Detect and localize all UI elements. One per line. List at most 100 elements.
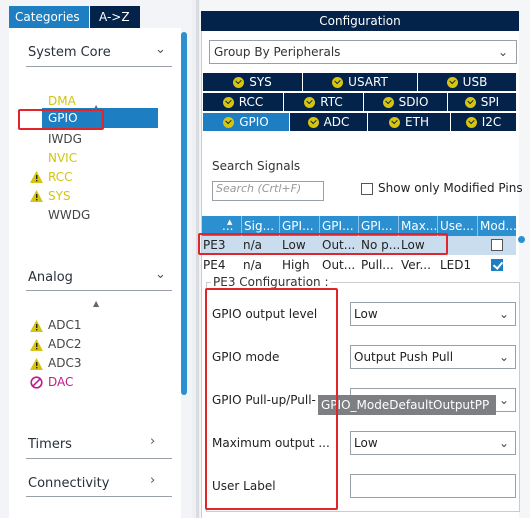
sort-icon[interactable]: ▲ — [93, 300, 99, 308]
disabled-icon — [30, 376, 43, 389]
select-value: Output Push Pull — [354, 350, 454, 364]
show-modified-checkbox[interactable] — [361, 183, 373, 195]
show-modified-label[interactable]: Show only Modified Pins — [378, 181, 523, 195]
tab-label: USB — [462, 75, 488, 89]
tab-a-to-z[interactable]: A->Z — [90, 6, 140, 28]
modified-checkbox[interactable] — [491, 239, 503, 251]
tab-label: RCC — [238, 95, 264, 109]
check-icon — [223, 116, 235, 128]
pane-divider[interactable] — [196, 0, 199, 518]
tab-sys[interactable]: SYS — [203, 73, 302, 91]
list-item-adc2[interactable]: ADC2 — [48, 337, 81, 351]
max-output-speed-select[interactable]: Low ⌄ — [350, 431, 516, 455]
check-icon — [465, 116, 477, 128]
chevron-right-icon[interactable]: › — [150, 434, 155, 449]
category-analog[interactable]: Analog — [28, 270, 73, 285]
tab-label: ADC — [323, 115, 350, 129]
list-item-adc3[interactable]: ADC3 — [48, 356, 81, 370]
warning-icon — [30, 339, 43, 351]
divider — [26, 66, 172, 67]
group-by-select[interactable]: Group By Peripherals ⌄ — [209, 40, 517, 64]
left-scrollbar[interactable] — [181, 32, 187, 395]
category-timers[interactable]: Timers — [28, 437, 72, 452]
search-input[interactable]: Search (Crtl+F) — [212, 181, 324, 201]
pin-config-title: PE3 Configuration : — [211, 275, 331, 289]
tab-gpio[interactable]: GPIO — [203, 113, 289, 131]
category-connectivity[interactable]: Connectivity — [28, 476, 109, 491]
category-list: System Core ⌄ ▲▼ DMA GPIO IWDG NVIC RCC … — [9, 28, 181, 518]
warning-icon — [30, 320, 43, 332]
gpio-mode-select[interactable]: Output Push Pull ⌄ — [350, 345, 516, 369]
chevron-down-icon: ⌄ — [498, 350, 509, 364]
check-icon — [307, 116, 319, 128]
category-system-core[interactable]: System Core — [28, 45, 111, 60]
divider — [26, 290, 172, 291]
list-item-dac[interactable]: DAC — [48, 375, 73, 389]
table-scrollbar[interactable] — [517, 236, 526, 272]
user-label-input[interactable] — [350, 474, 516, 498]
check-icon — [446, 76, 458, 88]
chevron-down-icon[interactable]: ⌄ — [155, 267, 166, 282]
highlight-box-config-labels — [205, 288, 338, 510]
list-item-wwdg[interactable]: WWDG — [48, 208, 90, 222]
output-level-select[interactable]: Low ⌄ — [350, 302, 516, 326]
group-by-label: Group By Peripherals — [214, 45, 341, 59]
search-placeholder: Search (Crtl+F) — [216, 182, 302, 195]
tab-label: SYS — [249, 75, 272, 89]
warning-icon — [30, 190, 43, 202]
modified-checkbox[interactable] — [491, 259, 503, 271]
tab-spi[interactable]: SPI — [448, 93, 516, 111]
check-icon — [332, 76, 344, 88]
list-item-dma[interactable]: DMA — [48, 94, 76, 108]
check-icon — [304, 96, 316, 108]
divider — [26, 496, 172, 497]
chevron-right-icon[interactable]: › — [150, 473, 155, 488]
tab-categories[interactable]: Categories — [9, 6, 89, 28]
check-icon — [464, 96, 476, 108]
cell-pull: Pull... — [361, 258, 394, 272]
table-row[interactable]: PE4 n/a High Out... Pull... Ver... LED1 — [202, 256, 516, 275]
tab-label: GPIO — [239, 115, 269, 129]
cell-label: LED1 — [440, 258, 472, 272]
chevron-down-icon: ⌄ — [498, 307, 509, 321]
tab-sdio[interactable]: SDIO — [364, 93, 447, 111]
tab-label: RTC — [320, 95, 343, 109]
divider — [26, 458, 172, 459]
check-icon — [222, 96, 234, 108]
tab-eth[interactable]: ETH — [368, 113, 450, 131]
warning-icon — [30, 358, 43, 370]
list-item-adc1[interactable]: ADC1 — [48, 318, 81, 332]
check-icon — [233, 76, 245, 88]
configuration-header: Configuration — [201, 11, 519, 31]
chevron-down-icon: ⌄ — [498, 436, 509, 450]
tab-usart[interactable]: USART — [303, 73, 417, 91]
search-signals-title: Search Signals — [212, 159, 301, 173]
list-item-nvic[interactable]: NVIC — [48, 151, 77, 165]
tab-label: ETH — [405, 115, 429, 129]
list-item-rcc[interactable]: RCC — [48, 170, 73, 184]
chevron-down-icon[interactable]: ⌄ — [155, 42, 166, 57]
tab-adc[interactable]: ADC — [290, 113, 367, 131]
column-header[interactable]: Mod... — [478, 216, 516, 236]
select-value: Low — [354, 436, 378, 450]
tab-rtc[interactable]: RTC — [284, 93, 363, 111]
list-item-sys[interactable]: SYS — [48, 189, 71, 203]
cell-mode: Out... — [322, 258, 356, 272]
highlight-box-gpio — [18, 109, 104, 130]
tab-label: USART — [348, 75, 388, 89]
list-item-iwdg[interactable]: IWDG — [48, 132, 82, 146]
select-value: Low — [354, 307, 378, 321]
tooltip: GPIO_ModeDefaultOutputPP — [318, 395, 496, 415]
tab-usb[interactable]: USB — [418, 73, 516, 91]
cell-speed: Ver... — [401, 258, 431, 272]
highlight-box-pe3-row — [198, 233, 448, 255]
tab-i2c[interactable]: I2C — [451, 113, 516, 131]
tab-rcc[interactable]: RCC — [203, 93, 283, 111]
check-icon — [389, 116, 401, 128]
tab-label: I2C — [481, 115, 502, 129]
cell-signal: n/a — [243, 258, 263, 272]
tab-label: SDIO — [398, 95, 429, 109]
cell-pin: PE4 — [203, 258, 226, 272]
sort-asc-icon[interactable]: ▲ — [227, 218, 232, 226]
warning-icon — [30, 171, 43, 183]
